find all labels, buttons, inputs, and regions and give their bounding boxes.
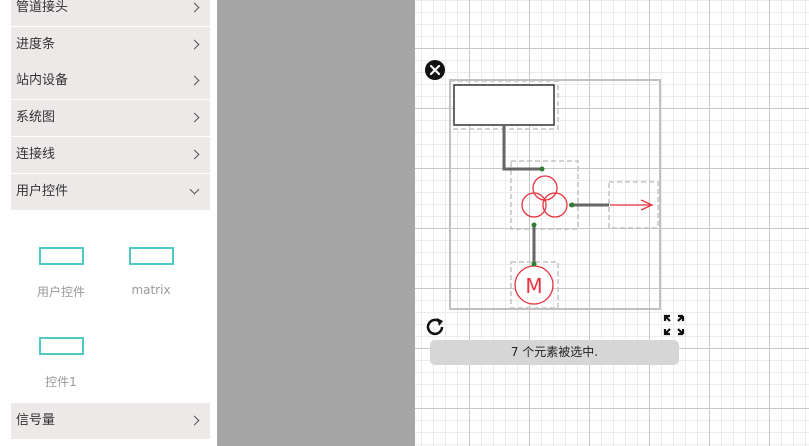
connection-point [569, 202, 575, 208]
connection-point [539, 166, 545, 172]
transformer-element[interactable] [521, 175, 568, 218]
element-outline [510, 160, 579, 230]
fullscreen-icon[interactable] [663, 314, 685, 336]
motor-element[interactable]: M [514, 265, 554, 305]
connection-point [531, 222, 537, 228]
user-control-element[interactable] [453, 84, 555, 126]
diagram-layer: M [425, 60, 685, 336]
connector-line[interactable] [502, 126, 542, 171]
arrow-element[interactable] [610, 199, 654, 211]
selection-status: 7 个元素被选中. [430, 340, 679, 365]
close-icon[interactable] [425, 60, 445, 80]
rotate-icon[interactable] [426, 318, 444, 336]
connection-point [531, 261, 537, 267]
motor-label: M [525, 274, 542, 298]
